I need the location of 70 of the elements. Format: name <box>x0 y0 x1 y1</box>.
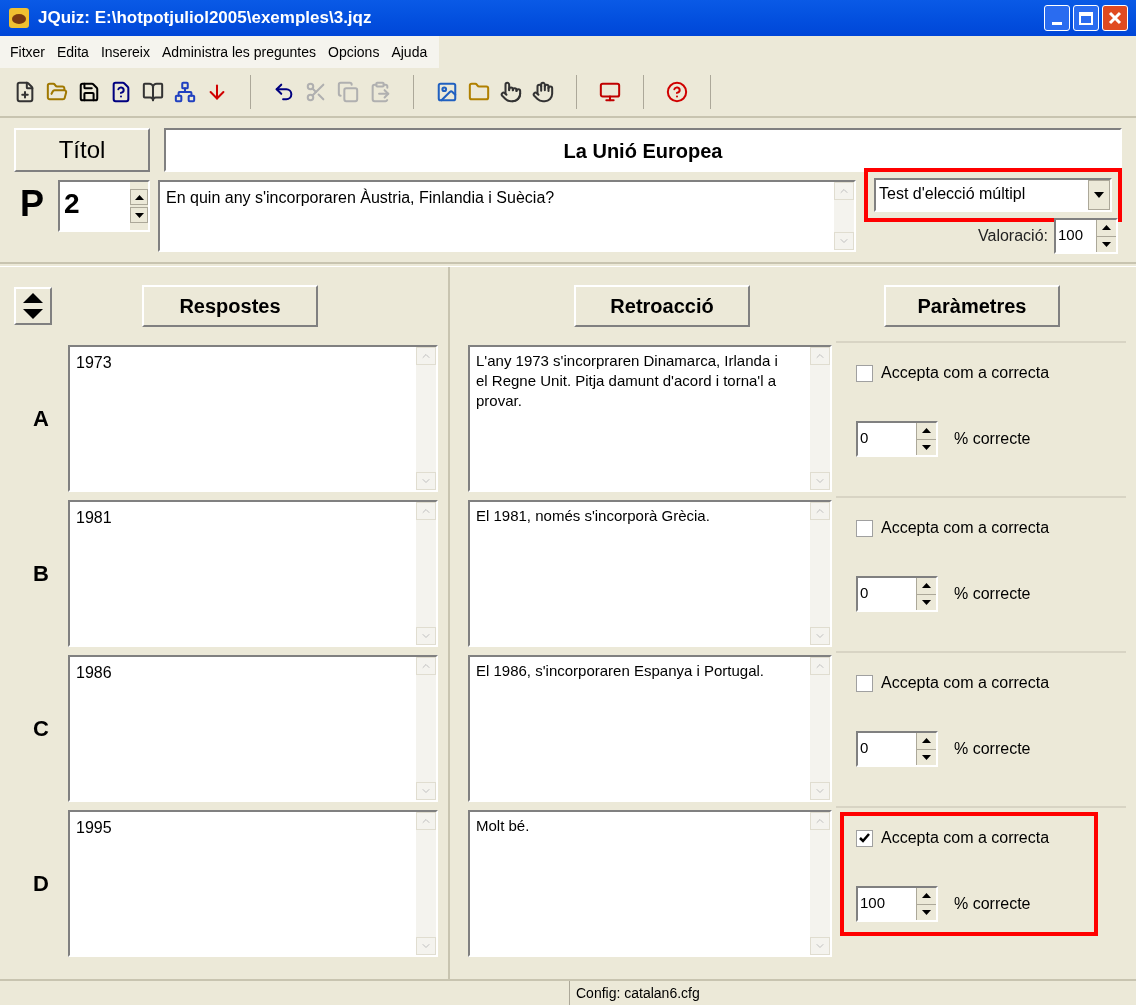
checkbox[interactable] <box>856 829 873 847</box>
down-arrow-icon[interactable] <box>922 909 931 915</box>
down-arrow-icon[interactable] <box>922 599 931 605</box>
settings-header[interactable]: Paràmetres <box>884 285 1060 327</box>
open-icon[interactable] <box>46 81 68 103</box>
up-arrow-icon[interactable] <box>922 583 931 589</box>
answer-letter: B <box>32 560 50 588</box>
menu-item[interactable]: Administra les preguntes <box>157 41 321 63</box>
up-arrow-icon[interactable] <box>922 428 931 434</box>
title-button[interactable]: Títol <box>14 128 150 172</box>
number-spinner[interactable]: 0 <box>856 421 938 457</box>
percent-label: % correcte <box>954 739 1031 759</box>
up-arrow-icon[interactable] <box>922 738 931 744</box>
save-icon[interactable] <box>78 81 100 103</box>
question-number-spinner[interactable]: 2 <box>58 180 150 232</box>
menu-item[interactable]: Edita <box>53 41 93 63</box>
close-button[interactable] <box>1102 5 1128 31</box>
monitor-icon[interactable] <box>599 81 621 103</box>
checkbox[interactable] <box>856 674 873 692</box>
answer-letter: C <box>32 715 50 743</box>
answer-letter: A <box>32 405 50 433</box>
up-arrow-icon[interactable] <box>922 893 931 899</box>
up-arrow-icon[interactable] <box>1102 225 1111 231</box>
close-icon <box>1108 11 1122 25</box>
dropdown-arrow-icon[interactable] <box>1094 192 1104 198</box>
menu-item[interactable]: Fitxer <box>6 41 49 63</box>
menu-item[interactable]: Opcions <box>324 41 384 63</box>
score-label: Valoració: <box>978 226 1048 246</box>
accept-label: Accepta com a correcta <box>881 518 1050 538</box>
number-spinner[interactable]: 0 <box>856 731 938 767</box>
checkbox[interactable] <box>856 519 873 537</box>
feedback-header[interactable]: Retroacció <box>574 285 750 327</box>
hand-icon[interactable] <box>532 81 554 103</box>
percent-label: % correcte <box>954 429 1031 449</box>
window-title: JQuiz: E:\hotpotjuliol2005\exemples\3.jqz <box>38 7 373 30</box>
checkbox[interactable] <box>856 364 873 382</box>
title-field[interactable]: La Unió Europea <box>164 128 1122 172</box>
percent-label: % correcte <box>954 894 1031 914</box>
accept-label: Accepta com a correcta <box>881 828 1050 848</box>
answers-header[interactable]: Respostes <box>142 285 318 327</box>
question-type-dropdown[interactable]: Test d'elecció múltipl <box>874 178 1112 212</box>
answer-letter: D <box>32 870 50 898</box>
question-label: P <box>20 184 44 224</box>
check-icon <box>859 833 870 843</box>
menu-item[interactable]: Insereix <box>96 41 154 63</box>
percent-label: % correcte <box>954 584 1031 604</box>
down-arrow-icon[interactable] <box>922 444 931 450</box>
maximize-button[interactable] <box>1073 5 1099 31</box>
up-down-arrows-icon <box>23 293 43 319</box>
pointer-icon[interactable] <box>500 81 522 103</box>
help-icon[interactable] <box>666 81 688 103</box>
down-arrow-icon[interactable] <box>134 212 144 218</box>
minimize-button[interactable] <box>1044 5 1070 31</box>
accept-label: Accepta com a correcta <box>881 363 1050 383</box>
image-icon[interactable] <box>436 81 458 103</box>
status-text: Config: catalan6.cfg <box>575 984 701 1003</box>
folder-icon[interactable] <box>468 81 490 103</box>
undo-icon[interactable] <box>273 81 295 103</box>
down-arrow-icon[interactable] <box>1102 241 1111 247</box>
new-icon[interactable] <box>14 81 36 103</box>
menu-item[interactable]: Ajuda <box>387 41 432 63</box>
number-spinner[interactable]: 0 <box>856 576 938 612</box>
number-spinner[interactable]: 100 <box>856 886 938 922</box>
accept-label: Accepta com a correcta <box>881 673 1050 693</box>
number-spinner[interactable]: 100 <box>1054 218 1118 254</box>
up-arrow-icon[interactable] <box>134 194 144 200</box>
book-icon[interactable] <box>142 81 164 103</box>
app-icon <box>8 7 30 29</box>
down-arrow-icon[interactable] <box>922 754 931 760</box>
reorder-button[interactable] <box>14 287 52 325</box>
